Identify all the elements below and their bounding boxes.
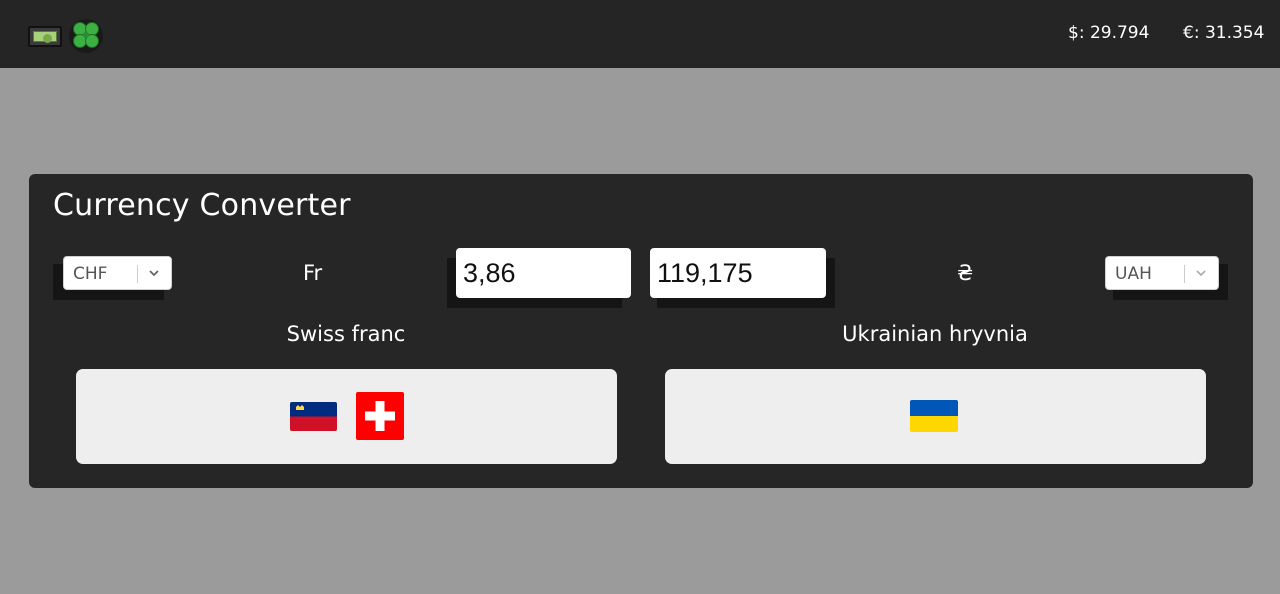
from-currency-name: Swiss franc: [286, 322, 406, 346]
to-currency-symbol: ₴: [957, 261, 974, 285]
to-amount-input[interactable]: [650, 248, 826, 298]
select-separator: [137, 265, 138, 283]
chevron-down-icon[interactable]: [147, 266, 161, 280]
ukraine-flag-icon: [910, 400, 958, 432]
to-currency-select[interactable]: UAH: [1105, 256, 1219, 290]
converter-panel: Currency Converter CHF Fr ₴ UAH Swiss fr…: [29, 174, 1253, 488]
from-currency-code: CHF: [73, 264, 108, 284]
chevron-down-icon[interactable]: [1194, 266, 1208, 280]
money-bill-icon[interactable]: [28, 26, 62, 47]
from-currency-symbol: Fr: [303, 261, 323, 285]
usd-rate: $: 29.794: [1068, 23, 1150, 43]
eur-rate: €: 31.354: [1183, 23, 1265, 43]
top-navbar: $: 29.794 €: 31.354: [0, 0, 1280, 68]
from-amount-input[interactable]: [456, 248, 631, 298]
to-flags-card: [665, 369, 1206, 464]
switzerland-flag-icon: [356, 392, 404, 440]
page-title: Currency Converter: [53, 188, 351, 223]
select-separator: [1184, 265, 1185, 283]
liechtenstein-flag-icon: [290, 402, 337, 431]
to-currency-name: Ukrainian hryvnia: [842, 322, 1028, 346]
four-leaf-clover-icon[interactable]: [68, 18, 104, 54]
from-flags-card: [76, 369, 617, 464]
to-currency-code: UAH: [1115, 264, 1152, 284]
from-currency-select[interactable]: CHF: [63, 256, 172, 290]
